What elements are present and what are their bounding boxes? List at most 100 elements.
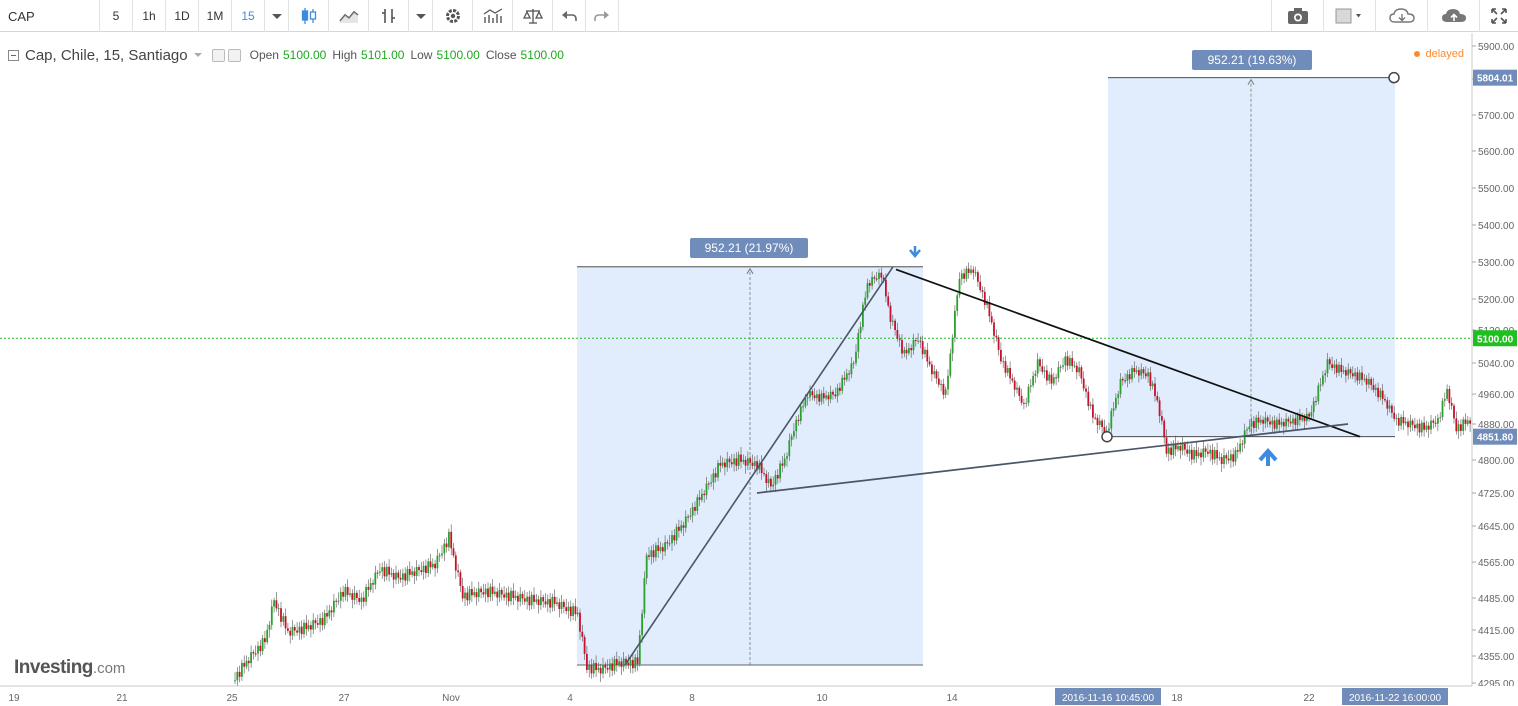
measure-2-label[interactable]: 952.21 (19.63%) [1192, 50, 1312, 70]
candle-body [1271, 420, 1274, 425]
interval-dropdown[interactable] [265, 0, 289, 32]
candle-body [475, 592, 478, 598]
candles-button[interactable] [289, 0, 329, 32]
interval-1h[interactable]: 1h [133, 0, 166, 32]
undo-button[interactable] [553, 0, 586, 32]
gear-icon[interactable] [227, 48, 241, 62]
candle-body [933, 371, 936, 375]
interval-1m[interactable]: 1M [199, 0, 232, 32]
candle-body [1400, 417, 1402, 426]
snapshot-button[interactable] [1272, 0, 1324, 32]
candle-body [1144, 373, 1147, 377]
load-chart-button[interactable] [1376, 0, 1428, 32]
time-tick-label: 8 [689, 693, 695, 704]
close-value: 5100.00 [520, 48, 564, 62]
interval-15[interactable]: 15 [232, 0, 265, 32]
line-chart-button[interactable] [329, 0, 369, 32]
candle-body [684, 516, 687, 528]
candle-body [395, 572, 397, 580]
candle-body [1363, 378, 1366, 380]
draw-tool-button[interactable] [369, 0, 409, 32]
collapse-legend-icon[interactable] [8, 49, 19, 61]
candle-body [1135, 370, 1138, 372]
candle-body [979, 281, 982, 291]
draw-tool-dropdown[interactable] [409, 0, 433, 32]
candle-body [1023, 402, 1025, 404]
candle-body [282, 616, 285, 622]
candle-body [1032, 376, 1034, 386]
candle-body [314, 620, 317, 624]
candle-body [454, 555, 457, 571]
candle-body [537, 599, 540, 606]
indicators-button[interactable] [473, 0, 513, 32]
candle-body [1092, 404, 1094, 418]
save-chart-button[interactable] [1428, 0, 1480, 32]
candle-body [579, 612, 581, 632]
candle-body [1418, 423, 1421, 433]
candle-body [781, 463, 784, 466]
interval-1d[interactable]: 1D [166, 0, 199, 32]
candle-body [1025, 402, 1028, 404]
candle-body [1292, 418, 1294, 424]
candle-body [1333, 364, 1336, 368]
candle-body [1027, 386, 1030, 403]
candle-body [1066, 356, 1069, 366]
compare-button[interactable] [513, 0, 553, 32]
candle-body [689, 515, 692, 517]
settings-button[interactable] [433, 0, 473, 32]
candle-body [1319, 384, 1322, 386]
candle-body [857, 333, 860, 352]
price-chart[interactable]: 952.21 (21.97%)952.21 (19.63%) 4295.0043… [0, 33, 1518, 706]
candle-body [1041, 366, 1044, 372]
candle-body [797, 419, 800, 421]
open-label: Open [249, 48, 279, 62]
candle-body [1213, 450, 1216, 460]
candle-body [275, 600, 278, 609]
candle-body [1342, 370, 1345, 372]
fullscreen-button[interactable] [1480, 0, 1518, 32]
candle-body [885, 279, 887, 297]
candle-body [367, 586, 370, 590]
candle-body [1197, 452, 1200, 457]
candle-body [339, 591, 342, 601]
candle-body [1147, 372, 1149, 377]
candle-body [914, 340, 917, 342]
redo-button[interactable] [586, 0, 619, 32]
price-tick-label: 4485.00 [1478, 594, 1515, 605]
candle-body [924, 349, 926, 355]
measure-1-label[interactable]: 952.21 (21.97%) [690, 238, 808, 258]
candle-body [993, 322, 995, 336]
candle-body [1393, 412, 1396, 419]
eye-icon[interactable] [211, 48, 225, 62]
candle-body [1324, 373, 1327, 376]
price-tick-label: 5700.00 [1478, 111, 1515, 122]
candle-body [360, 597, 363, 602]
candle-body [613, 659, 616, 671]
chevron-down-icon[interactable] [193, 53, 202, 57]
candle-body [1377, 387, 1379, 398]
candle-body [241, 662, 243, 677]
candle-body [1117, 394, 1120, 398]
candle-body [459, 572, 462, 586]
candle-body [779, 463, 781, 479]
drawing-handle[interactable] [1101, 430, 1113, 443]
candle-body [1234, 450, 1237, 462]
logo-suffix: .com [92, 660, 126, 677]
investing-logo: Investing.com [14, 657, 125, 679]
drawing-handle[interactable] [1388, 71, 1400, 84]
candle-body [466, 592, 469, 601]
candle-body [712, 473, 715, 483]
candle-body [657, 545, 660, 551]
color-picker-button[interactable] [1324, 0, 1376, 32]
candle-body [1239, 443, 1241, 452]
price-tick-label: 5300.00 [1478, 258, 1515, 269]
candle-body [730, 462, 733, 465]
symbol-input[interactable]: CAP [0, 0, 100, 32]
candle-body [519, 593, 522, 602]
candle-body [878, 272, 880, 280]
candle-body [965, 268, 968, 279]
candle-body [896, 330, 899, 339]
price-tick-label: 4725.00 [1478, 489, 1515, 500]
interval-5[interactable]: 5 [100, 0, 133, 32]
candle-body [496, 591, 499, 598]
